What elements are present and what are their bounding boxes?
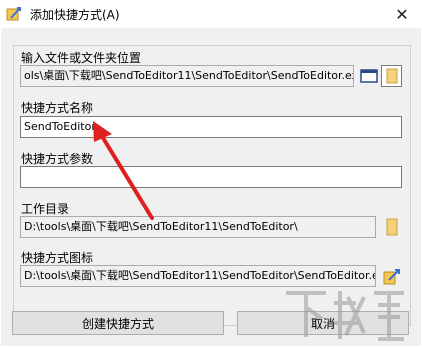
- close-button[interactable]: ✕: [382, 0, 422, 28]
- app-icon: [6, 6, 22, 22]
- create-shortcut-button[interactable]: 创建快捷方式: [12, 311, 224, 335]
- close-icon: ✕: [395, 4, 409, 24]
- workdir-label: 工作目录: [21, 202, 70, 216]
- workdir-field[interactable]: D:\tools\桌面\下载吧\SendToEditor11\SendToEdi…: [20, 216, 376, 238]
- window-icon: [360, 69, 378, 83]
- window-title: 添加快捷方式(A): [30, 8, 120, 22]
- params-field[interactable]: [20, 166, 402, 188]
- name-label: 快捷方式名称: [21, 101, 94, 115]
- target-label: 输入文件或文件夹位置: [21, 51, 142, 65]
- name-field[interactable]: SendToEditor: [20, 116, 402, 138]
- params-label: 快捷方式参数: [21, 152, 94, 166]
- target-field[interactable]: ols\桌面\下载吧\SendToEditor11\SendToEditor\S…: [20, 65, 354, 87]
- icon-label: 快捷方式图标: [21, 251, 94, 265]
- title-bar: 添加快捷方式(A) ✕: [0, 0, 422, 28]
- folder-icon: [386, 218, 398, 236]
- browse-file-button[interactable]: [359, 66, 379, 86]
- folder-icon: [386, 68, 397, 84]
- browse-workdir-button[interactable]: [382, 217, 402, 237]
- watermark-logo: [286, 291, 404, 341]
- browse-folder-button[interactable]: [381, 65, 402, 87]
